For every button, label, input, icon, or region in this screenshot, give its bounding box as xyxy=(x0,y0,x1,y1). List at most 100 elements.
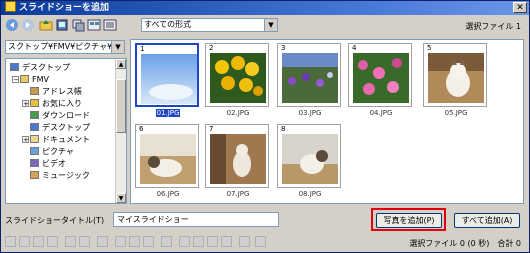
view-icon[interactable] xyxy=(55,18,69,32)
close-button[interactable]: ✕ xyxy=(513,2,527,13)
tree-item-label: アドレス帳 xyxy=(42,87,82,96)
tree-item-videos[interactable]: ビデオ xyxy=(30,158,66,170)
thumbnail-filename: 08.JPG xyxy=(298,190,322,198)
photo-cosmos xyxy=(353,53,409,103)
save-icon[interactable] xyxy=(179,236,190,247)
thumbnail-number: 7 xyxy=(209,125,214,133)
app-icon xyxy=(5,1,16,12)
tree-item-label: デスクトップ xyxy=(22,63,70,72)
tree-item-label: ダウンロード xyxy=(42,111,90,120)
file-type-filter-value: すべての形式 xyxy=(144,20,192,29)
thumbnail-item[interactable]: 8 08.JPG xyxy=(277,124,343,198)
settings-icon[interactable] xyxy=(161,236,172,247)
tree-item-desktop[interactable]: デスクトップ xyxy=(10,62,70,74)
chevron-down-icon[interactable]: ▼ xyxy=(111,41,124,53)
desktop-icon xyxy=(30,123,39,131)
scroll-up-icon[interactable]: ▲ xyxy=(116,59,126,69)
desktop-icon xyxy=(10,63,19,71)
thumbnail-frame: 8 xyxy=(277,124,341,188)
thumbnail-filename: 03.JPG xyxy=(298,109,322,117)
delete-all-icon[interactable] xyxy=(47,236,58,247)
tree-item-label: ビデオ xyxy=(42,159,66,168)
tree-item-fmv[interactable]: FMV xyxy=(20,74,49,86)
expand-icon[interactable]: + xyxy=(22,100,29,108)
thumbnail-item[interactable]: 4 04.JPG xyxy=(348,43,414,117)
collapse-icon[interactable]: − xyxy=(12,76,19,84)
thumbnail-item[interactable]: 3 03.JPG xyxy=(277,43,343,117)
thumbnail-number: 2 xyxy=(209,44,214,52)
delete-icon[interactable] xyxy=(33,236,44,247)
folder-up-icon[interactable] xyxy=(39,18,53,32)
folder-tree[interactable]: デスクトップ − FMV アドレス帳 + お気に入り ダウンロード デスクトップ… xyxy=(5,58,127,204)
favorites-icon xyxy=(30,99,39,107)
thumbnail-filename: 06.JPG xyxy=(156,190,180,198)
tree-item-label: お気に入り xyxy=(42,99,82,108)
export-icon[interactable] xyxy=(193,236,204,247)
address-book-icon xyxy=(30,87,39,95)
tree-item-downloads[interactable]: ダウンロード xyxy=(30,110,90,122)
photo-flowers xyxy=(210,53,266,103)
slideshow-title-label: スライドショータイトル(T) xyxy=(5,216,105,225)
tree-item-favorites[interactable]: お気に入り xyxy=(30,98,82,110)
pictures-icon xyxy=(30,147,39,155)
folder-location-select[interactable]: スクトップ¥FMV¥ピクチャ¥ ▼ xyxy=(5,40,125,54)
thumbnail-grid[interactable]: 1 01.JPG 2 02.JPG 3 03.JPG 4 04.JPG 5 05… xyxy=(130,39,524,204)
selection-count: 選択ファイル 1 xyxy=(465,22,521,31)
move-up-icon[interactable] xyxy=(19,236,30,247)
move-first-icon[interactable] xyxy=(5,236,16,247)
chevron-down-icon[interactable]: ▼ xyxy=(264,19,277,31)
thumbnail-filename: 02.JPG xyxy=(226,109,250,117)
tree-item-music[interactable]: ミュージック xyxy=(30,170,90,182)
photo-cat xyxy=(210,134,266,184)
back-arrow-icon[interactable] xyxy=(5,18,19,32)
thumbnail-item[interactable]: 7 07.JPG xyxy=(205,124,271,198)
tree-item-documents[interactable]: ドキュメント xyxy=(30,134,90,146)
videos-icon xyxy=(30,159,39,167)
thumbnail-item[interactable]: 5 05.JPG xyxy=(423,43,489,117)
text-icon[interactable] xyxy=(97,236,108,247)
large-icons-icon[interactable] xyxy=(87,18,101,32)
thumbnail-number: 8 xyxy=(281,125,286,133)
thumbnail-number: 6 xyxy=(139,125,144,133)
music-icon[interactable] xyxy=(143,236,154,247)
tree-scrollbar[interactable]: ▲ ▼ xyxy=(115,59,126,203)
expand-icon[interactable]: + xyxy=(22,136,29,144)
thumbnail-frame: 4 xyxy=(348,43,412,107)
thumbnail-number: 4 xyxy=(352,44,357,52)
tree-item-desktop-2[interactable]: デスクトップ xyxy=(30,122,90,134)
effect-icon[interactable] xyxy=(79,236,90,247)
delete-icon[interactable] xyxy=(207,236,218,247)
thumbnail-item[interactable]: 1 01.JPG xyxy=(135,43,201,117)
thumbnail-frame: 3 xyxy=(277,43,341,107)
tree-item-label: ドキュメント xyxy=(42,135,90,144)
photo-sky xyxy=(141,54,197,104)
tree-item-pictures[interactable]: ピクチャ xyxy=(30,146,74,158)
thumbnail-frame: 2 xyxy=(205,43,269,107)
tree-item-address-book[interactable]: アドレス帳 xyxy=(30,86,82,98)
thumbnail-item[interactable]: 6 06.JPG xyxy=(135,124,201,198)
music-icon xyxy=(30,171,39,179)
list-icon[interactable] xyxy=(239,236,250,247)
add-all-button[interactable]: すべて追加(A) xyxy=(454,213,520,228)
close-icon[interactable] xyxy=(221,236,232,247)
forward-arrow-icon[interactable] xyxy=(21,18,35,32)
zoom-icon[interactable] xyxy=(115,236,126,247)
scroll-down-icon[interactable]: ▼ xyxy=(116,193,126,203)
details-view-icon[interactable] xyxy=(103,18,117,32)
window-title: スライドショーを追加 xyxy=(19,3,110,13)
thumbnail-number: 1 xyxy=(140,45,145,53)
file-type-filter[interactable]: すべての形式 ▼ xyxy=(141,18,278,32)
highlight-box xyxy=(371,208,446,231)
documents-icon xyxy=(30,135,39,143)
photo-garden xyxy=(282,53,338,103)
thumbnail-frame: 1 xyxy=(135,43,199,107)
crop-icon[interactable] xyxy=(129,236,140,247)
copy-icon[interactable] xyxy=(71,18,85,32)
slideshow-title-input[interactable]: マイスライドショー xyxy=(113,212,279,227)
rotate-icon[interactable] xyxy=(65,236,76,247)
thumbnail-item[interactable]: 2 02.JPG xyxy=(205,43,271,117)
scroll-thumb[interactable] xyxy=(116,79,126,133)
thumbnail-frame: 5 xyxy=(423,43,487,107)
thumbnail-filename: 07.JPG xyxy=(226,190,250,198)
play-icon[interactable] xyxy=(255,236,266,247)
